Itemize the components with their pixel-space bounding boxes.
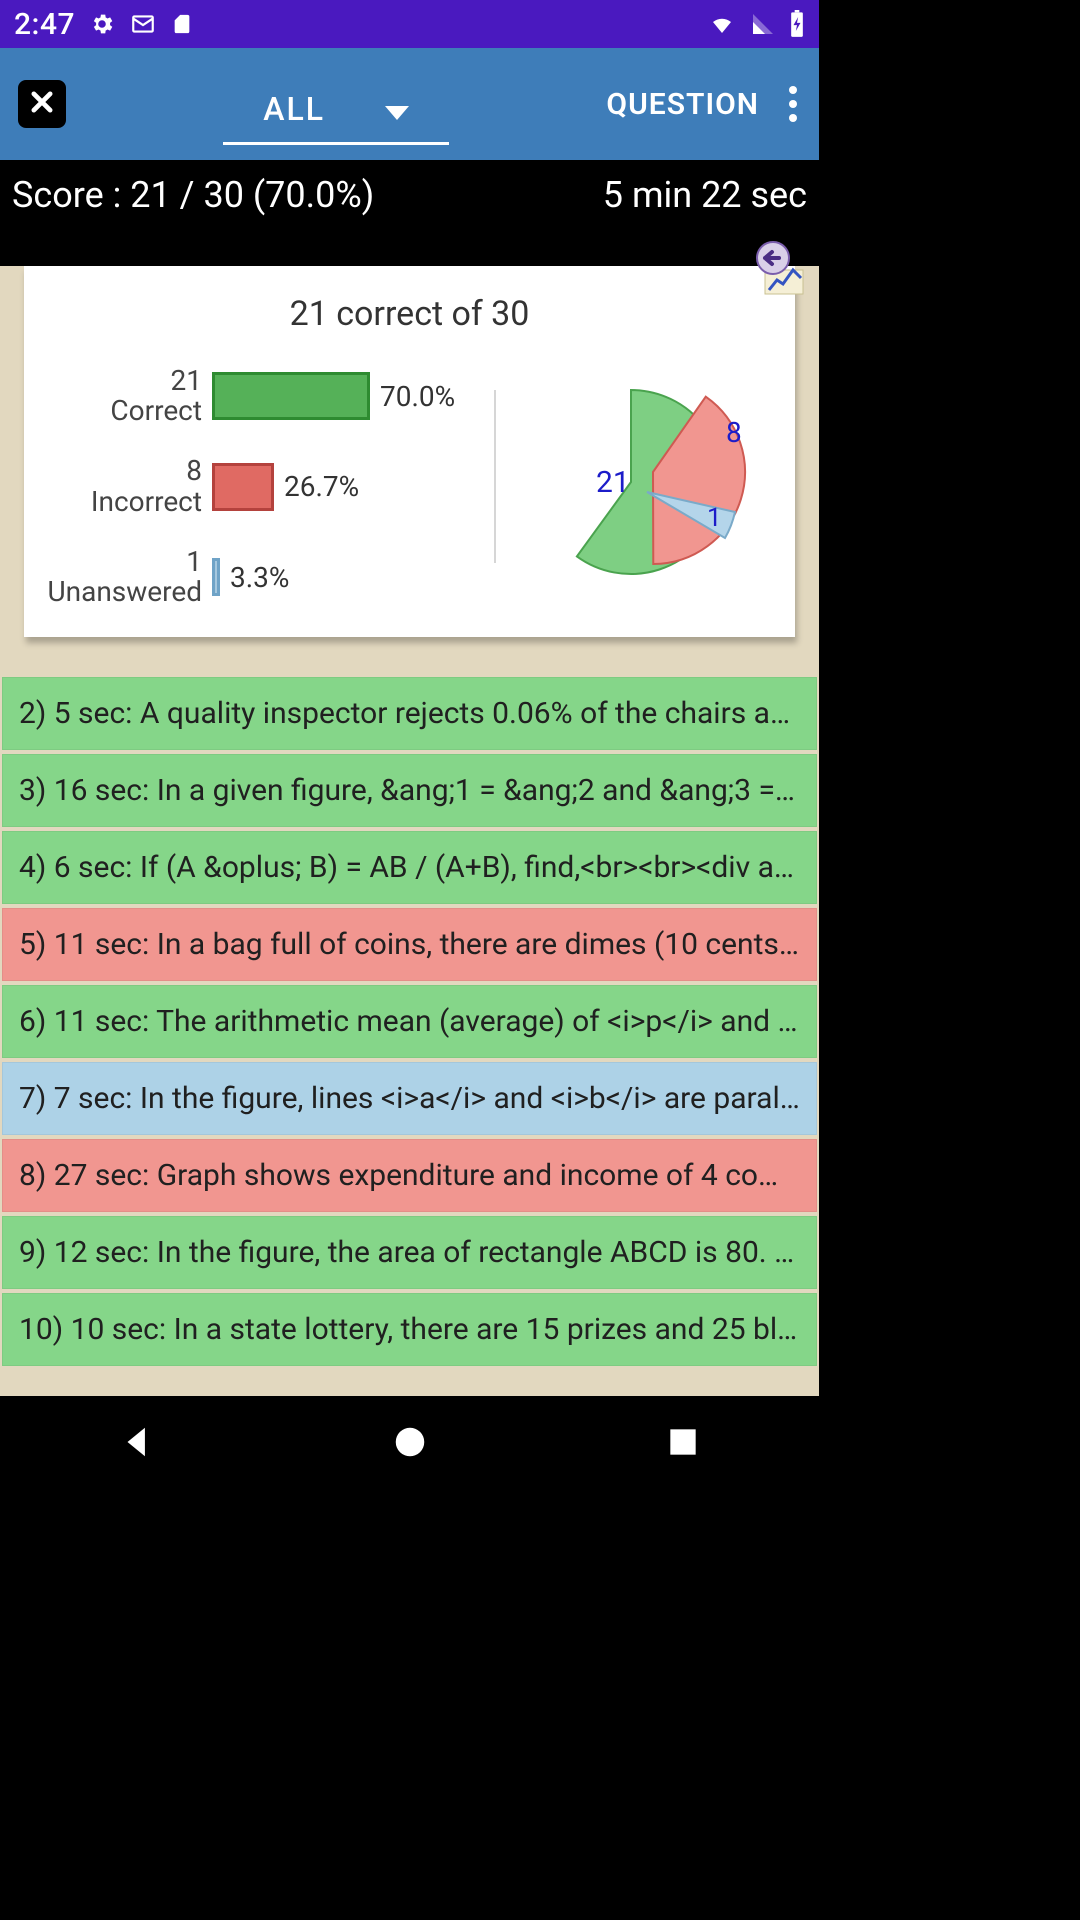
- status-clock: 2:47: [14, 7, 75, 42]
- question-item[interactable]: 9) 12 sec: In the figure, the area of re…: [2, 1216, 817, 1289]
- question-item[interactable]: 4) 6 sec: If (A &oplus; B) = AB / (A+B),…: [2, 831, 817, 904]
- question-list[interactable]: 2) 5 sec: A quality inspector rejects 0.…: [0, 677, 819, 1366]
- legend-row-correct: 21 Correct 70.0%: [44, 366, 474, 426]
- score-bar: Score : 21 / 30 (70.0%) 5 min 22 sec: [0, 160, 819, 230]
- battery-charging-icon: [789, 10, 805, 38]
- android-status-bar: 2:47: [0, 0, 819, 48]
- chevron-down-icon: [385, 90, 409, 128]
- question-button[interactable]: QUESTION: [606, 87, 759, 122]
- cell-signal-icon: [751, 12, 775, 36]
- legend-pct: 70.0%: [380, 380, 455, 413]
- legend-count: 1: [44, 547, 202, 577]
- time-text: 5 min 22 sec: [603, 174, 807, 216]
- legend-series-name: Correct: [44, 396, 202, 426]
- question-item[interactable]: 10) 10 sec: In a state lottery, there ar…: [2, 1293, 817, 1366]
- legend-count: 21: [44, 366, 202, 396]
- android-nav-bar: [0, 1396, 819, 1492]
- results-chart-card: 21 correct of 30 21 Correct 70.0% 8: [24, 266, 795, 637]
- overflow-menu-button[interactable]: [785, 80, 801, 128]
- bar-unanswered: [212, 558, 220, 596]
- question-item[interactable]: 3) 16 sec: In a given figure, &ang;1 = &…: [2, 754, 817, 827]
- legend-row-unanswered: 1 Unanswered 3.3%: [44, 547, 474, 607]
- results-history-button[interactable]: [749, 238, 805, 294]
- legend-series-name: Incorrect: [44, 487, 202, 517]
- nav-back-button[interactable]: [118, 1423, 156, 1465]
- pie-label-correct: 21: [596, 465, 630, 500]
- pie-label-unanswered: 1: [707, 503, 722, 533]
- bar-correct: [212, 372, 370, 420]
- filter-label: ALL: [263, 90, 325, 128]
- question-item[interactable]: 7) 7 sec: In the figure, lines <i>a</i> …: [2, 1062, 817, 1135]
- page-body: 21 correct of 30 21 Correct 70.0% 8: [0, 266, 819, 1396]
- question-item[interactable]: 5) 11 sec: In a bag full of coins, there…: [2, 908, 817, 981]
- question-item[interactable]: 2) 5 sec: A quality inspector rejects 0.…: [2, 677, 817, 750]
- chart-legend: 21 Correct 70.0% 8 Incorrect 2: [44, 366, 474, 607]
- sd-card-icon: [171, 11, 193, 37]
- bar-incorrect: [212, 463, 274, 511]
- chart-title: 21 correct of 30: [44, 294, 775, 334]
- nav-home-button[interactable]: [391, 1423, 429, 1465]
- score-text: Score : 21 / 30 (70.0%): [12, 174, 374, 216]
- pie-chart: 21 8 1: [506, 372, 775, 602]
- legend-series-name: Unanswered: [44, 577, 202, 607]
- question-item[interactable]: 8) 27 sec: Graph shows expenditure and i…: [2, 1139, 817, 1212]
- legend-row-incorrect: 8 Incorrect 26.7%: [44, 456, 474, 516]
- filter-dropdown[interactable]: ALL: [223, 76, 449, 145]
- gmail-icon: [129, 11, 157, 37]
- legend-pct: 3.3%: [230, 561, 289, 594]
- legend-pct: 26.7%: [284, 470, 359, 503]
- question-button-label: QUESTION: [606, 87, 759, 122]
- close-button[interactable]: [18, 80, 66, 128]
- settings-icon: [89, 11, 115, 37]
- wifi-icon: [707, 12, 737, 36]
- legend-count: 8: [44, 456, 202, 486]
- app-bar: ALL QUESTION: [0, 48, 819, 160]
- nav-recent-button[interactable]: [664, 1423, 702, 1465]
- question-item[interactable]: 6) 11 sec: The arithmetic mean (average)…: [2, 985, 817, 1058]
- close-icon: [28, 88, 56, 120]
- chart-divider: [494, 390, 496, 563]
- pie-label-incorrect: 8: [726, 416, 742, 449]
